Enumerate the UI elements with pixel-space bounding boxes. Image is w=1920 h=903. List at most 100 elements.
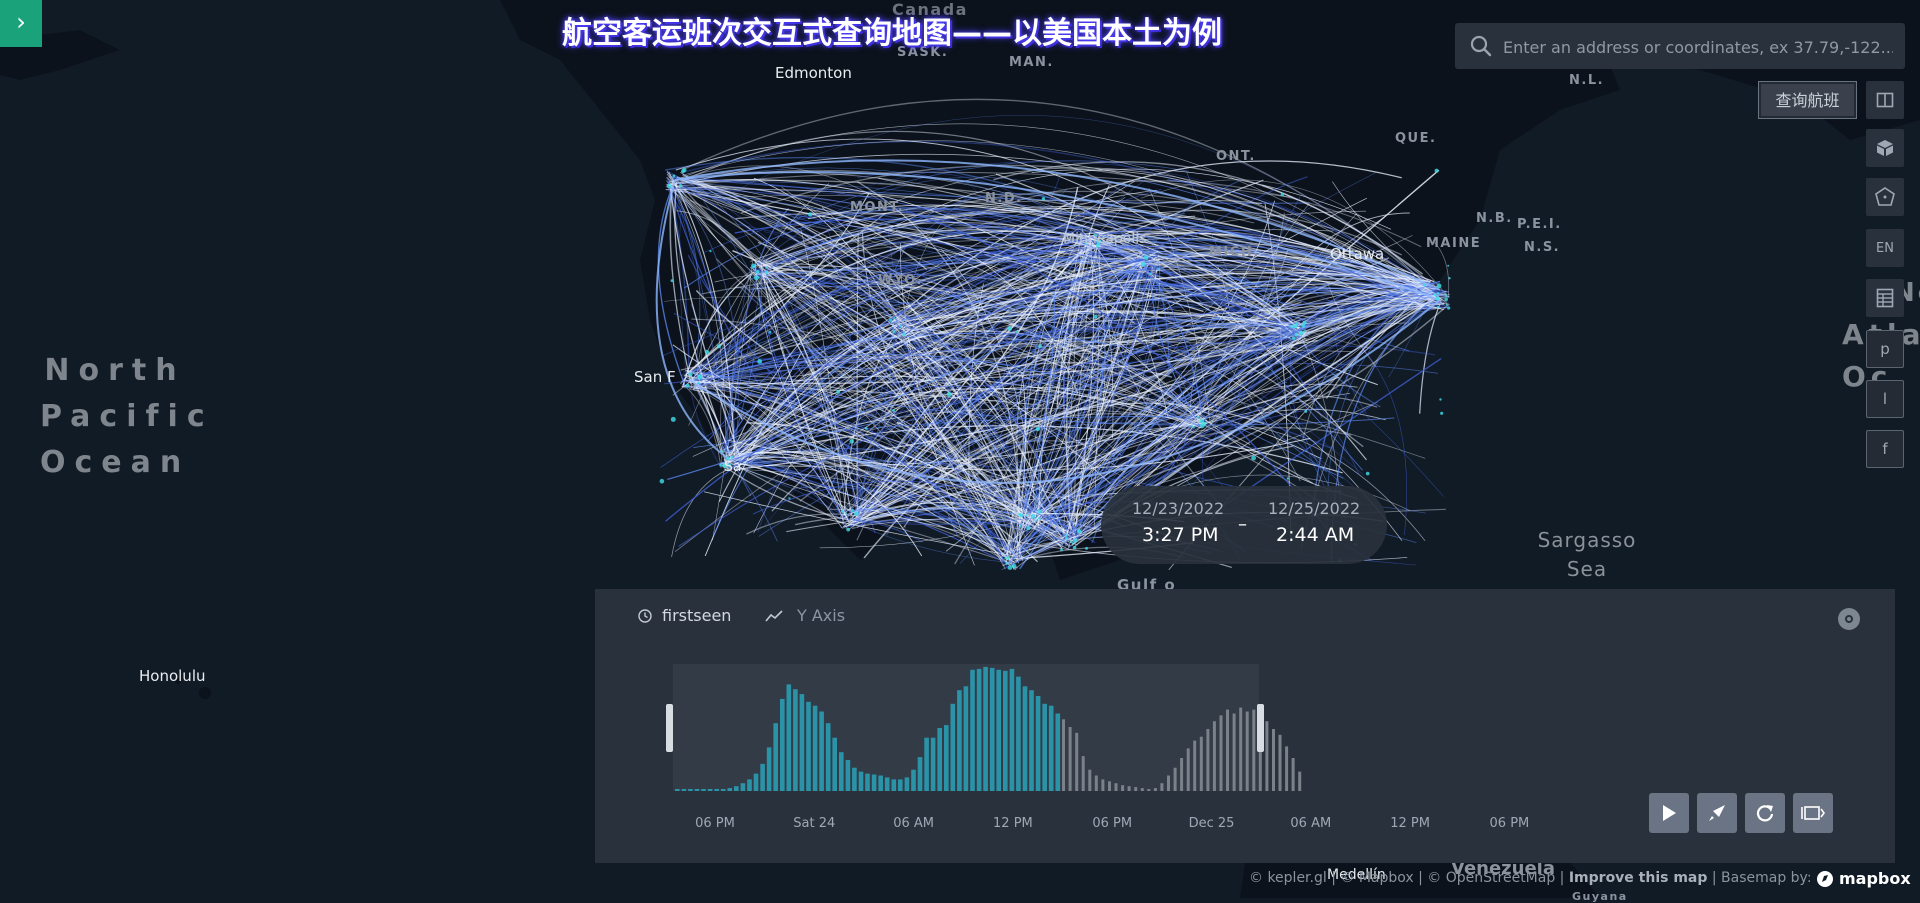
histogram-bar xyxy=(950,703,956,791)
histogram-bar xyxy=(753,773,759,791)
play-icon xyxy=(1663,805,1676,821)
histogram-bar xyxy=(1081,756,1085,791)
3d-map-button[interactable] xyxy=(1866,129,1904,167)
histogram-bar xyxy=(1206,729,1210,791)
geocoder-search[interactable] xyxy=(1455,23,1905,71)
p-button[interactable]: p xyxy=(1866,330,1904,368)
airport-point xyxy=(864,427,868,430)
l-button[interactable]: l xyxy=(1866,380,1904,418)
histogram-bar xyxy=(812,705,818,791)
map-label-maine: MAINE xyxy=(1426,236,1482,251)
airport-point xyxy=(1018,512,1022,517)
airport-point xyxy=(1085,546,1088,550)
histogram-bar xyxy=(681,789,687,791)
airport-point xyxy=(1004,556,1007,560)
histogram-bar xyxy=(858,771,864,791)
histogram-bar xyxy=(1180,758,1184,791)
airport-point xyxy=(1065,534,1068,537)
airport-point xyxy=(1445,303,1448,306)
airport-point xyxy=(1436,292,1440,295)
map-label-ns: N.S. xyxy=(1524,240,1561,255)
airport-point xyxy=(1434,168,1439,173)
mapbox-logo[interactable]: mapbox xyxy=(1816,869,1911,888)
airport-point xyxy=(1447,264,1450,267)
histogram-bar xyxy=(904,777,910,791)
draw-polygon-button[interactable] xyxy=(1866,178,1904,216)
map-label-san-diego: Sa xyxy=(724,459,742,475)
histogram-bar xyxy=(760,763,765,791)
split-map-button[interactable] xyxy=(1866,81,1904,119)
histogram-tick-label: 12 PM xyxy=(993,816,1033,831)
airport-point xyxy=(1290,324,1294,329)
airport-point xyxy=(836,389,841,394)
map-label-pei: P.E.I. xyxy=(1517,217,1562,232)
airport-point xyxy=(682,167,687,173)
airport-point xyxy=(1011,563,1017,569)
histogram-bar xyxy=(1029,690,1034,791)
histogram-bar xyxy=(1219,715,1223,791)
histogram-bar xyxy=(1127,786,1131,791)
histogram-axis: 06 PM Sat 24 06 AM 12 PM 06 PM Dec 25 06 AM 12 … xyxy=(695,816,1529,831)
airport-point xyxy=(1037,516,1041,520)
histogram-bar xyxy=(996,669,1001,791)
map-label-north-pacific-ocean: North Pacific Ocean xyxy=(40,348,205,486)
histogram-bar xyxy=(688,789,693,791)
airport-point xyxy=(764,270,769,275)
range-start-date: 12/23/2022 xyxy=(1132,499,1225,518)
histogram-bar xyxy=(766,747,772,791)
histogram-bar xyxy=(747,779,752,791)
play-button[interactable] xyxy=(1649,793,1689,833)
speed-button[interactable] xyxy=(1697,793,1737,833)
range-separator: – xyxy=(1238,514,1247,535)
airport-point xyxy=(1444,297,1448,302)
reset-button[interactable] xyxy=(1745,793,1785,833)
airport-point xyxy=(755,269,760,274)
histogram-tick-label: 06 PM xyxy=(695,816,735,831)
histogram-bar xyxy=(740,783,746,791)
airport-point xyxy=(719,463,723,467)
histogram-bar xyxy=(1147,789,1151,791)
histogram-bar xyxy=(793,689,798,791)
f-button[interactable]: f xyxy=(1866,430,1904,468)
histogram-tick-label: Sat 24 xyxy=(793,816,835,831)
improve-map-link[interactable]: Improve this map xyxy=(1569,870,1708,886)
histogram-bar xyxy=(911,769,916,791)
range-handle-left[interactable] xyxy=(666,704,673,752)
range-handle-right[interactable] xyxy=(1257,704,1264,752)
histogram-bar xyxy=(871,774,877,791)
map-label-minneapolis: Minneapolis xyxy=(1063,231,1147,247)
histogram-bar xyxy=(1088,769,1092,791)
histogram-bar xyxy=(917,757,923,791)
animation-window-button[interactable] xyxy=(1793,793,1833,833)
airport-point xyxy=(1140,261,1146,267)
airport-point xyxy=(850,508,855,512)
airport-point xyxy=(1038,344,1042,349)
hawaii-island xyxy=(199,687,211,699)
histogram-bar xyxy=(1278,734,1282,791)
histogram-bar xyxy=(1193,740,1197,791)
map-label-nl: N.L. xyxy=(1569,73,1605,88)
histogram-bar xyxy=(963,686,969,791)
airport-point xyxy=(678,184,683,188)
histogram-bar xyxy=(1160,783,1164,791)
show-data-table-button[interactable] xyxy=(1866,279,1904,317)
ocean-label-line: Ocean xyxy=(40,445,191,480)
airport-point xyxy=(666,183,672,189)
mapbox-icon xyxy=(1817,870,1833,887)
histogram-bar xyxy=(1140,788,1144,791)
histogram-bar xyxy=(930,737,936,791)
histogram-bar xyxy=(1108,781,1111,791)
sidebar-toggle-button[interactable]: › xyxy=(0,0,42,47)
chevron-right-icon: › xyxy=(16,8,26,36)
airport-point xyxy=(1065,537,1069,541)
airport-point xyxy=(1286,477,1290,480)
airport-point xyxy=(670,279,674,282)
map-label-guyana: Guyana xyxy=(1572,890,1628,903)
airport-point xyxy=(899,324,902,328)
query-flights-button[interactable]: 查询航班 xyxy=(1758,81,1857,119)
histogram-bar xyxy=(832,737,837,791)
search-input[interactable] xyxy=(1501,23,1895,71)
airport-point xyxy=(1448,277,1451,280)
page-title: 航空客运班次交互式查询地图——以美国本土为例 xyxy=(562,16,1222,51)
locale-button[interactable]: EN xyxy=(1866,229,1904,267)
